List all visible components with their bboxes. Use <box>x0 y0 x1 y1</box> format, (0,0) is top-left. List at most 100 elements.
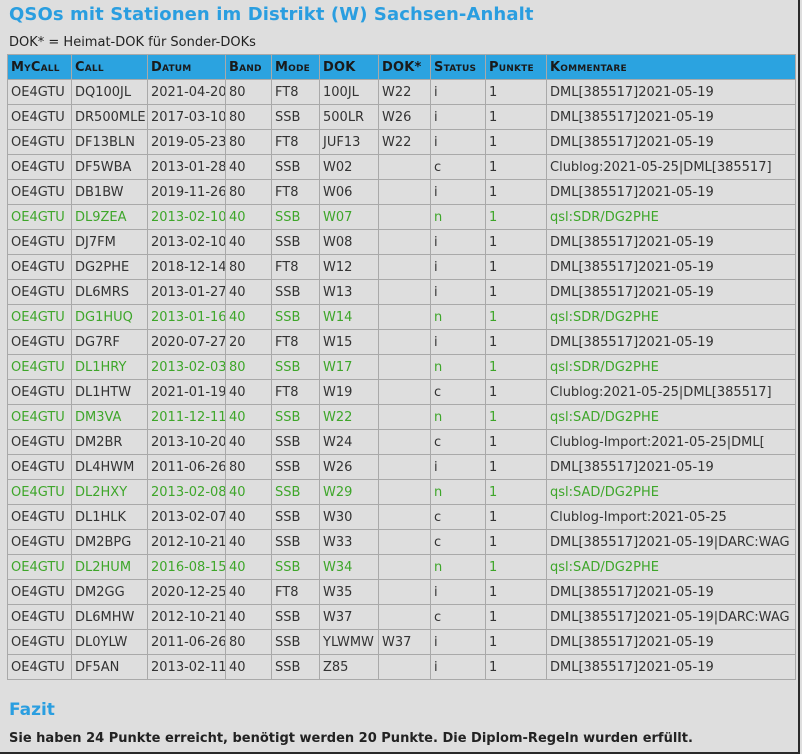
cell-datum: 2021-01-19 <box>147 379 226 405</box>
cell-kommentar: qsl:SDR/DG2PHE <box>546 354 796 380</box>
cell-punkte: 1 <box>485 379 547 405</box>
cell-mycall: OE4GTU <box>7 629 72 655</box>
cell-mode: SSB <box>271 429 320 455</box>
table-row: OE4GTU DG1HUQ 2013-01-16 40 SSB W14 n 1 qsl:SDR/… <box>7 304 796 330</box>
cell-mycall: OE4GTU <box>7 404 72 430</box>
cell-call: DL6MHW <box>71 604 148 630</box>
cell-dok-heimat <box>378 379 431 405</box>
column-header-call: Call <box>71 54 148 80</box>
cell-dok: W15 <box>319 329 379 355</box>
cell-mode: FT8 <box>271 254 320 280</box>
cell-kommentar: DML[385517]2021-05-19 <box>546 179 796 205</box>
cell-mycall: OE4GTU <box>7 354 72 380</box>
cell-mycall: OE4GTU <box>7 304 72 330</box>
cell-punkte: 1 <box>485 279 547 305</box>
cell-mode: FT8 <box>271 329 320 355</box>
table-row: OE4GTU DF5WBA 2013-01-28 40 SSB W02 c 1 Clublog:… <box>7 154 796 180</box>
cell-mode: SSB <box>271 204 320 230</box>
column-header-status: Status <box>430 54 486 80</box>
cell-status: c <box>430 429 486 455</box>
cell-dok: W06 <box>319 179 379 205</box>
cell-punkte: 1 <box>485 479 547 505</box>
cell-call: DR500MLE <box>71 104 148 130</box>
cell-mycall: OE4GTU <box>7 179 72 205</box>
cell-status: i <box>430 629 486 655</box>
cell-dok: W13 <box>319 279 379 305</box>
cell-punkte: 1 <box>485 179 547 205</box>
cell-punkte: 1 <box>485 579 547 605</box>
cell-kommentar: DML[385517]2021-05-19|DARC:WAG <box>546 604 796 630</box>
cell-dok: W24 <box>319 429 379 455</box>
cell-dok: Z85 <box>319 654 379 680</box>
cell-dok-heimat <box>378 529 431 555</box>
cell-mode: SSB <box>271 479 320 505</box>
cell-call: DL2HXY <box>71 479 148 505</box>
cell-mycall: OE4GTU <box>7 229 72 255</box>
cell-punkte: 1 <box>485 504 547 530</box>
column-header-mode: Mode <box>271 54 320 80</box>
cell-dok: W07 <box>319 204 379 230</box>
cell-dok: W14 <box>319 304 379 330</box>
table-row: OE4GTU DM3VA 2011-12-11 40 SSB W22 n 1 qsl:SAD/D… <box>7 404 796 430</box>
cell-mycall: OE4GTU <box>7 379 72 405</box>
cell-punkte: 1 <box>485 354 547 380</box>
cell-dok-heimat <box>378 554 431 580</box>
cell-dok-heimat <box>378 229 431 255</box>
cell-status: i <box>430 454 486 480</box>
cell-call: DG1HUQ <box>71 304 148 330</box>
cell-dok: W12 <box>319 254 379 280</box>
table-row: OE4GTU DL2HUM 2016-08-15 40 SSB W34 n 1 qsl:SAD/… <box>7 554 796 580</box>
cell-mode: SSB <box>271 654 320 680</box>
cell-punkte: 1 <box>485 554 547 580</box>
cell-datum: 2019-05-23 <box>147 129 226 155</box>
cell-kommentar: qsl:SAD/DG2PHE <box>546 479 796 505</box>
cell-status: i <box>430 104 486 130</box>
table-row: OE4GTU DM2BR 2013-10-20 40 SSB W24 c 1 Clublog-I… <box>7 429 796 455</box>
cell-dok-heimat <box>378 329 431 355</box>
cell-call: DL9ZEA <box>71 204 148 230</box>
table-row: OE4GTU DL0YLW 2011-06-26 80 SSB YLWMW W37 i 1 DML… <box>7 629 796 655</box>
column-header-band: Band <box>225 54 272 80</box>
cell-mode: SSB <box>271 529 320 555</box>
table-row: OE4GTU DQ100JL 2021-04-20 80 FT8 100JL W22 i 1 DM… <box>7 79 796 105</box>
cell-band: 80 <box>225 254 272 280</box>
cell-band: 40 <box>225 404 272 430</box>
cell-dok: W26 <box>319 454 379 480</box>
cell-punkte: 1 <box>485 604 547 630</box>
cell-call: DL2HUM <box>71 554 148 580</box>
cell-status: i <box>430 79 486 105</box>
cell-mode: FT8 <box>271 379 320 405</box>
cell-call: DL0YLW <box>71 629 148 655</box>
cell-datum: 2016-08-15 <box>147 554 226 580</box>
dok-note: DOK* = Heimat-DOK für Sonder-DOKs <box>9 35 256 50</box>
cell-punkte: 1 <box>485 529 547 555</box>
cell-punkte: 1 <box>485 254 547 280</box>
cell-dok: JUF13 <box>319 129 379 155</box>
cell-mode: SSB <box>271 504 320 530</box>
cell-kommentar: DML[385517]2021-05-19 <box>546 629 796 655</box>
cell-datum: 2019-11-26 <box>147 179 226 205</box>
cell-band: 40 <box>225 554 272 580</box>
table-row: OE4GTU DL1HLK 2013-02-07 40 SSB W30 c 1 Clublog-… <box>7 504 796 530</box>
cell-dok: W34 <box>319 554 379 580</box>
cell-kommentar: DML[385517]2021-05-19 <box>546 454 796 480</box>
cell-kommentar: qsl:SAD/DG2PHE <box>546 404 796 430</box>
cell-dok-heimat <box>378 479 431 505</box>
column-header-dok-heimat: DOK* <box>378 54 431 80</box>
cell-kommentar: Clublog-Import:2021-05-25|DML[ <box>546 429 796 455</box>
cell-punkte: 1 <box>485 229 547 255</box>
table-row: OE4GTU DJ7FM 2013-02-10 40 SSB W08 i 1 DML[38551… <box>7 229 796 255</box>
cell-call: DQ100JL <box>71 79 148 105</box>
cell-status: i <box>430 254 486 280</box>
cell-mycall: OE4GTU <box>7 604 72 630</box>
cell-dok-heimat <box>378 279 431 305</box>
cell-mode: SSB <box>271 279 320 305</box>
cell-kommentar: qsl:SDR/DG2PHE <box>546 304 796 330</box>
cell-band: 80 <box>225 179 272 205</box>
cell-status: c <box>430 379 486 405</box>
cell-call: DM2BPG <box>71 529 148 555</box>
cell-dok-heimat <box>378 204 431 230</box>
cell-mode: SSB <box>271 454 320 480</box>
cell-datum: 2013-02-08 <box>147 479 226 505</box>
cell-call: DF13BLN <box>71 129 148 155</box>
